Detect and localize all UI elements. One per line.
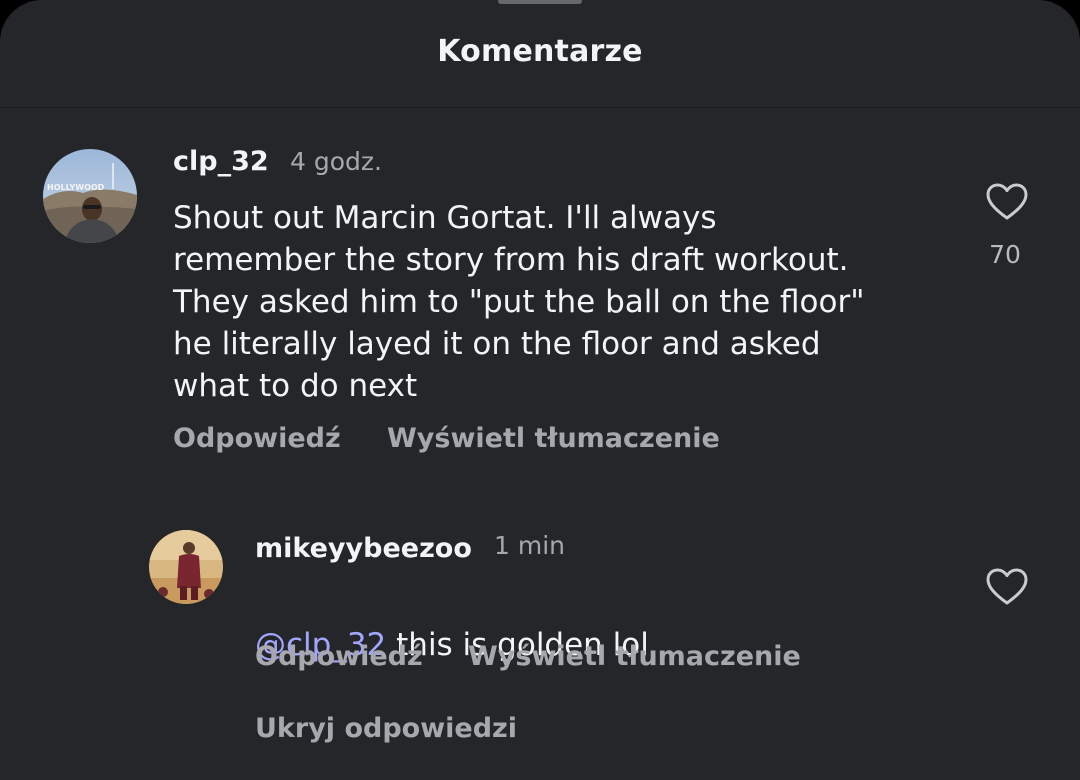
hide-replies-button[interactable]: Ukryj odpowiedzi (255, 713, 517, 744)
translate-button[interactable]: Wyświetl tłumaczenie (387, 423, 720, 454)
like-count: 70 (989, 240, 1021, 269)
reply-button[interactable]: Odpowiedź (173, 423, 341, 454)
avatar[interactable] (149, 530, 223, 604)
comment-text: Shout out Marcin Gortat. I'll always rem… (173, 200, 865, 404)
comment-username[interactable]: clp_32 (173, 146, 269, 177)
avatar-sign-text: HOLLYWOOD (47, 183, 105, 192)
translate-button[interactable]: Wyświetl tłumaczenie (468, 641, 801, 672)
sheet-header: Komentarze (0, 0, 1080, 108)
comments-sheet: Komentarze HOLLYWOOD clp_32 4 godz. Shou… (0, 0, 1080, 780)
comment-timestamp: 4 godz. (290, 147, 382, 176)
page-title: Komentarze (437, 34, 643, 69)
heart-outline-icon[interactable] (985, 567, 1029, 607)
heart-outline-icon[interactable] (985, 182, 1029, 222)
reply-username[interactable]: mikeyybeezoo (255, 533, 472, 564)
reply-button[interactable]: Odpowiedź (255, 641, 423, 672)
reply-timestamp: 1 min (494, 531, 565, 560)
avatar[interactable]: HOLLYWOOD (43, 149, 137, 243)
